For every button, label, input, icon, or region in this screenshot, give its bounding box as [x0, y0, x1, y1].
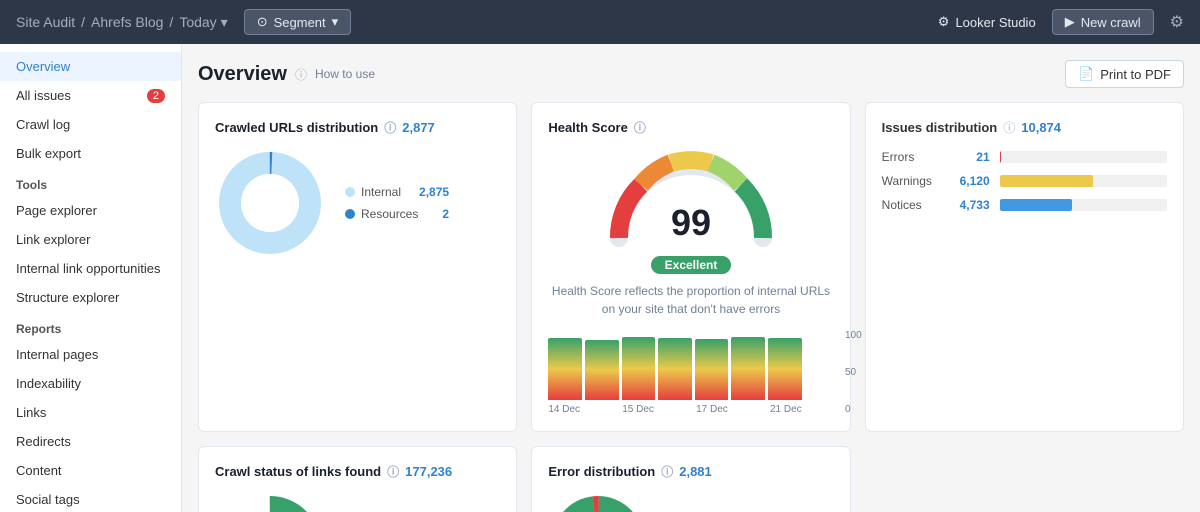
health-bar-6	[731, 337, 765, 400]
notices-row: Notices 4,733	[882, 198, 1167, 212]
info-icon: ⓘ	[295, 66, 307, 83]
health-bar-4	[658, 338, 692, 400]
crawled-urls-legend: Internal 2,875 Resources 2	[345, 185, 449, 221]
sidebar-item-internal-link-opportunities[interactable]: Internal link opportunities	[0, 254, 181, 283]
sidebar-item-social-tags[interactable]: Social tags	[0, 485, 181, 512]
error-dist-donut	[548, 492, 648, 512]
sidebar-item-overview[interactable]: Overview	[0, 52, 181, 81]
app-layout: Overview All issues 2 Crawl log Bulk exp…	[0, 44, 1200, 512]
resources-dot	[345, 209, 355, 219]
cards-grid: Crawled URLs distribution ⓘ 2,877 I	[198, 102, 1184, 512]
sidebar-item-content[interactable]: Content	[0, 456, 181, 485]
crawl-status-total: 177,236	[405, 464, 452, 479]
notices-bar-track	[1000, 199, 1167, 211]
reports-section-title: Reports	[0, 312, 181, 340]
segment-icon: ⊙	[257, 14, 268, 30]
errors-bar-track	[1000, 151, 1167, 163]
looker-studio-button[interactable]: ⚙ Looker Studio	[938, 14, 1036, 30]
all-issues-badge: 2	[147, 89, 165, 103]
error-dist-info-icon: ⓘ	[661, 463, 673, 480]
crawled-urls-total: 2,877	[402, 120, 435, 135]
breadcrumb-blog[interactable]: Ahrefs Blog	[91, 14, 163, 30]
crawl-status-donut	[215, 492, 325, 512]
print-icon: 📄	[1078, 66, 1094, 82]
sidebar-item-links[interactable]: Links	[0, 398, 181, 427]
health-score-gauge: 99	[601, 148, 781, 248]
top-navigation: Site Audit / Ahrefs Blog / Today ▾ ⊙ Seg…	[0, 0, 1200, 44]
sidebar-item-structure-explorer[interactable]: Structure explorer	[0, 283, 181, 312]
issues-total: 10,874	[1021, 120, 1061, 135]
excellent-badge: Excellent	[651, 256, 732, 274]
error-distribution-card: Error distribution ⓘ 2,881 URLs wit	[531, 446, 850, 512]
sidebar-item-internal-pages[interactable]: Internal pages	[0, 340, 181, 369]
error-dist-chart: URLs without errors 2,862 URLs with erro…	[548, 492, 833, 512]
play-icon: ▶	[1065, 14, 1075, 30]
print-to-pdf-button[interactable]: 📄 Print to PDF	[1065, 60, 1184, 88]
health-score-description: Health Score reflects the proportion of …	[548, 282, 833, 318]
crawled-urls-donut	[215, 148, 325, 258]
health-bar-1	[548, 338, 582, 400]
breadcrumb-site-audit[interactable]: Site Audit	[16, 14, 75, 30]
page-title: Overview	[198, 63, 287, 86]
sidebar-item-crawl-log[interactable]: Crawl log	[0, 110, 181, 139]
chevron-down-icon: ▾	[332, 14, 339, 30]
error-dist-total: 2,881	[679, 464, 712, 479]
health-bar-date-labels: 14 Dec 15 Dec 17 Dec 21 Dec	[548, 404, 801, 415]
legend-item-resources: Resources 2	[345, 207, 449, 221]
main-header: Overview ⓘ How to use 📄 Print to PDF	[198, 60, 1184, 88]
sidebar: Overview All issues 2 Crawl log Bulk exp…	[0, 44, 182, 512]
sidebar-item-link-explorer[interactable]: Link explorer	[0, 225, 181, 254]
crawled-urls-info-icon: ⓘ	[384, 119, 396, 136]
warnings-row: Warnings 6,120	[882, 174, 1167, 188]
warnings-bar-fill	[1000, 175, 1094, 187]
internal-dot	[345, 187, 355, 197]
sidebar-item-redirects[interactable]: Redirects	[0, 427, 181, 456]
health-bar-3	[622, 337, 656, 400]
top-nav-right: ⚙ Looker Studio ▶ New crawl ⚙	[938, 9, 1184, 35]
tools-section-title: Tools	[0, 168, 181, 196]
new-crawl-button[interactable]: ▶ New crawl	[1052, 9, 1154, 35]
errors-row: Errors 21	[882, 150, 1167, 164]
chevron-down-icon: ▾	[221, 14, 228, 31]
health-score-info-icon: ⓘ	[634, 119, 646, 136]
crawl-status-chart: Crawled 102,628 Uncrawled 74,608	[215, 492, 500, 512]
health-bar-y-labels: 100 50 0	[845, 330, 862, 415]
notices-bar-fill	[1000, 199, 1072, 211]
health-score-value: 99	[671, 202, 711, 244]
main-content: Overview ⓘ How to use 📄 Print to PDF Cra…	[182, 44, 1200, 512]
how-to-use-link[interactable]: How to use	[315, 67, 375, 81]
today-dropdown-button[interactable]: Today ▾	[179, 14, 227, 31]
sidebar-item-bulk-export[interactable]: Bulk export	[0, 139, 181, 168]
errors-bar-fill	[1000, 151, 1001, 163]
sidebar-item-indexability[interactable]: Indexability	[0, 369, 181, 398]
crawl-status-card: Crawl status of links found ⓘ 177,236	[198, 446, 517, 512]
sidebar-item-all-issues[interactable]: All issues 2	[0, 81, 181, 110]
health-bar-7	[768, 338, 802, 400]
health-score-card: Health Score ⓘ	[531, 102, 850, 432]
crawl-status-info-icon: ⓘ	[387, 463, 399, 480]
looker-icon: ⚙	[938, 14, 950, 30]
health-score-bars	[548, 330, 801, 400]
health-bar-5	[695, 339, 729, 400]
issues-distribution-card: Issues distribution ⓘ 10,874 Errors 21 W…	[865, 102, 1184, 432]
crawled-urls-card: Crawled URLs distribution ⓘ 2,877 I	[198, 102, 517, 432]
crawled-urls-chart: Internal 2,875 Resources 2	[215, 148, 500, 258]
breadcrumb: Site Audit / Ahrefs Blog / Today ▾	[16, 14, 228, 31]
health-bar-2	[585, 340, 619, 400]
issues-info-icon: ⓘ	[1003, 119, 1015, 136]
warnings-bar-track	[1000, 175, 1167, 187]
settings-button[interactable]: ⚙	[1170, 12, 1184, 32]
segment-button[interactable]: ⊙ Segment ▾	[244, 9, 351, 35]
sidebar-item-page-explorer[interactable]: Page explorer	[0, 196, 181, 225]
legend-item-internal: Internal 2,875	[345, 185, 449, 199]
